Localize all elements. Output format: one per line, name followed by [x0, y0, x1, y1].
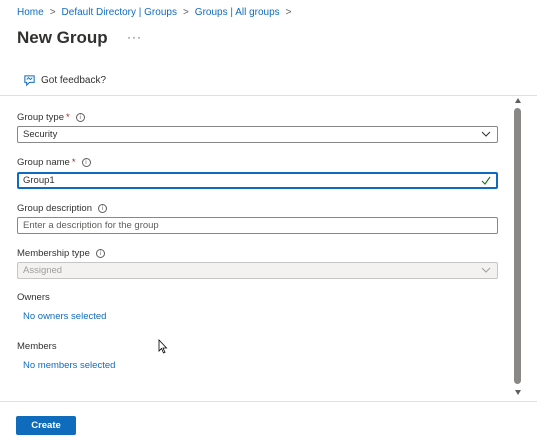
membership-type-label-text: Membership type — [17, 247, 90, 259]
membership-type-dropdown: Assigned — [17, 262, 498, 279]
group-type-value: Security — [23, 129, 58, 140]
page-title: New Group — [17, 28, 108, 47]
breadcrumb-all-groups[interactable]: Groups | All groups — [195, 7, 280, 18]
checkmark-icon — [481, 176, 491, 185]
feedback-label: Got feedback? — [41, 75, 107, 86]
footer-divider — [0, 401, 537, 402]
breadcrumb-home[interactable]: Home — [17, 7, 44, 18]
group-name-value: Group1 — [23, 175, 55, 186]
scrollbar-thumb[interactable] — [514, 108, 521, 384]
required-mark: * — [71, 156, 76, 168]
scroll-down-arrow-icon[interactable] — [515, 390, 521, 395]
scroll-up-arrow-icon[interactable] — [515, 98, 521, 103]
members-link[interactable]: No members selected — [23, 360, 115, 371]
more-options-button[interactable]: ··· — [127, 30, 142, 44]
breadcrumb-directory-groups[interactable]: Default Directory | Groups — [62, 7, 177, 18]
chevron-down-icon — [481, 131, 491, 137]
group-name-label: Group name * i — [17, 155, 91, 169]
scrollbar[interactable] — [512, 96, 524, 401]
info-icon[interactable]: i — [97, 203, 107, 213]
group-description-label-text: Group description — [17, 202, 92, 214]
feedback-button[interactable]: Got feedback? — [23, 74, 106, 87]
toolbar-divider — [0, 95, 537, 96]
breadcrumb-separator: > — [49, 7, 56, 18]
breadcrumb: Home > Default Directory | Groups > Grou… — [17, 7, 298, 18]
membership-type-value: Assigned — [23, 265, 63, 276]
mouse-cursor-icon — [158, 339, 168, 354]
chevron-down-icon — [481, 267, 491, 273]
info-icon[interactable]: i — [95, 248, 105, 258]
group-name-label-text: Group name — [17, 156, 70, 168]
info-icon[interactable]: i — [75, 112, 85, 122]
group-description-placeholder: Enter a description for the group — [23, 220, 159, 231]
create-button[interactable]: Create — [16, 416, 76, 435]
breadcrumb-separator: > — [285, 7, 292, 18]
breadcrumb-separator: > — [182, 7, 189, 18]
members-label: Members — [17, 340, 57, 352]
group-type-label: Group type * i — [17, 110, 85, 124]
membership-type-label: Membership type i — [17, 246, 105, 260]
group-type-label-text: Group type — [17, 111, 64, 123]
feedback-icon — [24, 75, 35, 87]
group-description-input[interactable]: Enter a description for the group — [17, 217, 498, 234]
group-type-dropdown[interactable]: Security — [17, 126, 498, 143]
owners-link[interactable]: No owners selected — [23, 311, 106, 322]
group-description-label: Group description i — [17, 201, 107, 215]
required-mark: * — [66, 111, 70, 123]
owners-label: Owners — [17, 291, 50, 303]
info-icon[interactable]: i — [81, 157, 91, 167]
group-name-input[interactable]: Group1 — [17, 172, 498, 189]
